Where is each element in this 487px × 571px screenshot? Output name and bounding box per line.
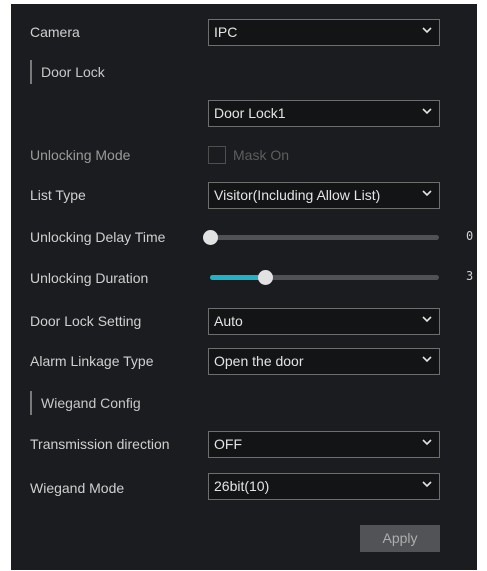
alarm-linkage-type-select[interactable]: Open the door — [208, 348, 440, 375]
door-lock-setting-value: Auto — [214, 313, 243, 329]
wiegand-mode-label: Wiegand Mode — [30, 480, 125, 496]
door-lock-select[interactable]: Door Lock1 — [208, 100, 440, 127]
mask-on-label: Mask On — [233, 147, 290, 163]
transmission-direction-value: OFF — [214, 436, 242, 452]
door-lock-setting-label: Door Lock Setting — [30, 313, 142, 329]
list-type-label: List Type — [30, 187, 86, 203]
list-type-select[interactable]: Visitor(Including Allow List) — [208, 182, 440, 209]
mask-on-checkbox[interactable] — [208, 146, 226, 164]
slider-handle[interactable] — [203, 230, 218, 245]
wiegand-mode-select[interactable]: 26bit(10) — [208, 473, 440, 500]
unlocking-delay-value: 0 — [466, 229, 474, 243]
unlocking-duration-slider[interactable] — [210, 270, 439, 285]
alarm-linkage-type-label: Alarm Linkage Type — [30, 353, 154, 369]
wiegand-config-section-title: Wiegand Config — [30, 391, 141, 415]
door-lock-setting-select[interactable]: Auto — [208, 308, 440, 335]
camera-label: Camera — [30, 24, 80, 40]
chevron-down-icon — [422, 316, 432, 323]
slider-fill — [210, 275, 265, 280]
apply-button[interactable]: Apply — [360, 525, 440, 552]
unlocking-mode-label: Unlocking Mode — [30, 147, 131, 163]
list-type-select-value: Visitor(Including Allow List) — [214, 187, 381, 203]
unlocking-duration-value: 3 — [466, 269, 474, 283]
unlocking-duration-label: Unlocking Duration — [30, 270, 149, 286]
camera-select[interactable]: IPC — [208, 19, 440, 46]
chevron-down-icon — [422, 439, 432, 446]
unlocking-delay-label: Unlocking Delay Time — [30, 229, 166, 245]
alarm-linkage-type-value: Open the door — [214, 353, 304, 369]
unlocking-delay-slider[interactable] — [203, 230, 439, 245]
chevron-down-icon — [422, 356, 432, 363]
camera-select-value: IPC — [214, 24, 238, 40]
chevron-down-icon — [422, 190, 432, 197]
transmission-direction-label: Transmission direction — [30, 436, 170, 452]
door-lock-section-title: Door Lock — [30, 60, 105, 84]
slider-handle[interactable] — [257, 270, 273, 285]
chevron-down-icon — [422, 481, 432, 488]
wiegand-mode-value: 26bit(10) — [214, 478, 270, 494]
chevron-down-icon — [422, 108, 432, 115]
chevron-down-icon — [422, 27, 432, 34]
transmission-direction-select[interactable]: OFF — [208, 431, 440, 458]
door-lock-select-value: Door Lock1 — [214, 105, 286, 121]
door-lock-settings-panel: Camera IPC Door Lock Door Lock1 Unlockin… — [11, 4, 477, 570]
